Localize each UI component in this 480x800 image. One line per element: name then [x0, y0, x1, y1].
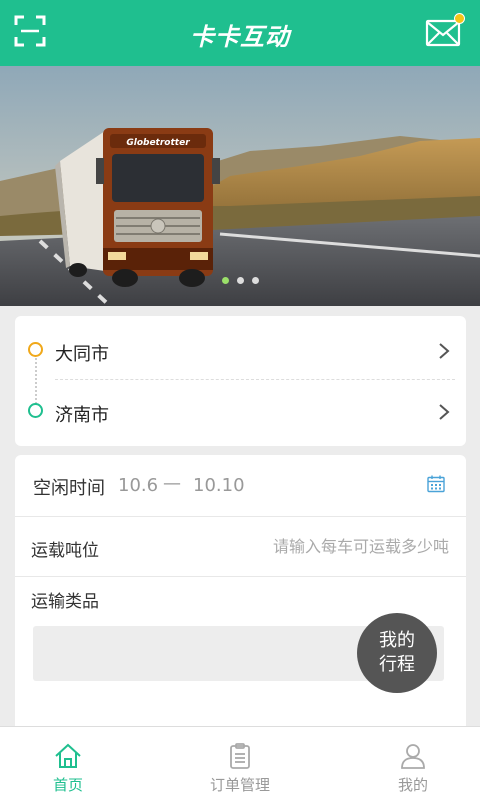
trip-form: 空闲时间 10.6 — 10.10 运载吨位 运输类品: [15, 455, 466, 735]
carousel-dot[interactable]: [221, 277, 229, 284]
my-trips-label-line2: 行程: [379, 654, 415, 675]
time-start[interactable]: 10.6: [118, 475, 158, 496]
tonnage-label: 运载吨位: [31, 541, 99, 561]
my-trips-button[interactable]: 我的 行程: [357, 613, 437, 693]
time-separator: —: [163, 473, 181, 494]
my-trips-label-line1: 我的: [379, 630, 415, 651]
free-time-label: 空闲时间: [33, 478, 105, 499]
bottom-nav: 首页 订单管理 我的: [0, 726, 480, 800]
tonnage-input[interactable]: [229, 537, 449, 556]
nav-home[interactable]: 首页: [0, 727, 148, 800]
destination-city: 济南市: [55, 405, 109, 426]
truck-brand: Globetrotter: [126, 138, 190, 148]
chevron-right-icon: [439, 404, 450, 420]
free-time-row[interactable]: 空闲时间 10.6 — 10.10: [15, 455, 466, 517]
user-icon: [401, 744, 425, 769]
divider: [55, 379, 455, 380]
origin-city: 大同市: [55, 344, 109, 365]
nav-home-label: 首页: [52, 776, 83, 794]
tonnage-row: 运载吨位: [15, 517, 466, 577]
nav-orders[interactable]: 订单管理: [160, 727, 320, 800]
route-card: 大同市 济南市: [15, 316, 466, 446]
calendar-icon[interactable]: [426, 474, 446, 494]
notification-badge: [454, 13, 465, 24]
app-title: 卡卡互动: [190, 23, 290, 51]
destination-marker-icon: [28, 403, 43, 418]
carousel-dot[interactable]: [251, 277, 259, 284]
nav-mine[interactable]: 我的: [333, 727, 480, 800]
carousel-dot[interactable]: [236, 277, 244, 284]
origin-marker-icon: [28, 342, 43, 357]
clipboard-icon: [230, 743, 250, 769]
origin-row[interactable]: 大同市: [15, 322, 466, 382]
chevron-right-icon: [439, 343, 450, 359]
banner-image: Globetrotter: [0, 66, 480, 306]
goods-label: 运输类品: [31, 592, 99, 612]
nav-orders-label: 订单管理: [209, 776, 270, 794]
banner-carousel[interactable]: Globetrotter: [0, 66, 480, 306]
carousel-indicator: [0, 277, 480, 284]
time-end[interactable]: 10.10: [193, 475, 245, 496]
top-bar: 卡卡互动: [0, 0, 480, 66]
destination-row[interactable]: 济南市: [15, 383, 466, 443]
nav-mine-label: 我的: [397, 776, 428, 794]
home-icon: [55, 743, 81, 768]
